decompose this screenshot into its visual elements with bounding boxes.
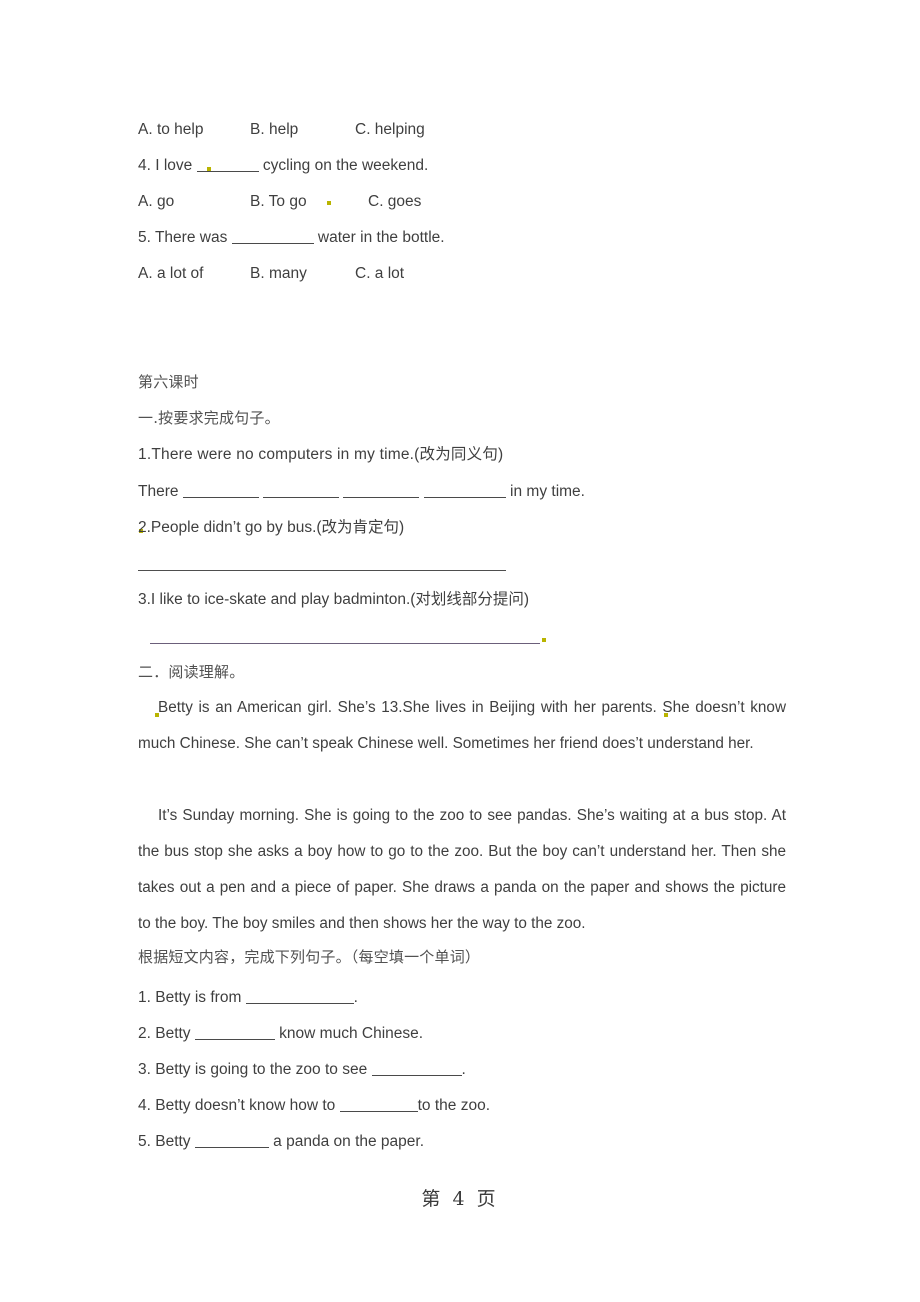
q5-stem-after: water in the bottle.	[313, 229, 445, 246]
sentence-item-1: 1.There were no computers in my time.(改为…	[138, 446, 503, 464]
item-1-blank-4	[423, 485, 506, 498]
item-1-answer-before: There	[138, 483, 183, 500]
edit-artifact-mark	[664, 713, 668, 717]
edit-artifact-mark	[207, 167, 211, 171]
q5-stem-before: 5. There was	[138, 229, 232, 246]
q4-stem-after: cycling on the weekend.	[258, 157, 429, 174]
sentence-item-1-answer: There in my time.	[138, 483, 585, 501]
answer-rule-item-2	[138, 570, 506, 571]
rq4-after: to the zoo.	[417, 1097, 491, 1114]
rq3-before: 3. Betty is going to the zoo to see	[138, 1061, 372, 1078]
q4-stem-before: 4. I love	[138, 157, 197, 174]
rq3-after: .	[461, 1061, 466, 1078]
rq4-blank	[339, 1099, 418, 1112]
part-one-heading: 一.按要求完成句子。	[138, 409, 280, 427]
q5-option-c: C. a lot	[355, 265, 405, 282]
reading-passage-2: It’s Sunday morning. She is going to the…	[138, 798, 786, 942]
question-5-stem: 5. There was water in the bottle.	[138, 229, 445, 247]
rq2-blank	[194, 1027, 275, 1040]
reading-heading: 二．阅读理解。	[138, 663, 245, 681]
edit-artifact-mark	[155, 713, 159, 717]
passage-paragraph-1: Betty is an American girl. She’s 13.She …	[138, 699, 786, 752]
rq5-after: a panda on the paper.	[268, 1133, 425, 1150]
q4-option-c: C. goes	[368, 193, 422, 210]
q5-blank	[231, 231, 314, 244]
edit-artifact-mark	[542, 638, 546, 642]
reading-question-2: 2. Betty know much Chinese.	[138, 1025, 423, 1043]
page-footer: 第 4 页	[421, 1188, 499, 1210]
worksheet-page: A. to help B. help C. helping 4. I love …	[0, 0, 920, 1302]
rq1-blank	[245, 991, 354, 1004]
q3-option-a: A. to help	[138, 121, 204, 138]
rq3-blank	[371, 1063, 462, 1076]
reading-question-5: 5. Betty a panda on the paper.	[138, 1133, 424, 1151]
q4-option-a: A. go	[138, 193, 175, 210]
question-4-stem: 4. I love cycling on the weekend.	[138, 157, 428, 175]
q3-option-b: B. help	[250, 121, 299, 138]
item-1-answer-after: in my time.	[505, 483, 585, 500]
q4-blank	[196, 159, 259, 172]
edit-artifact-mark	[327, 201, 331, 205]
q3-option-c: C. helping	[355, 121, 425, 138]
item-1-blank-3	[343, 485, 420, 498]
item-1-blank-2	[263, 485, 340, 498]
rq2-before: 2. Betty	[138, 1025, 195, 1042]
rq1-after: .	[353, 989, 358, 1006]
sentence-item-3: 3.I like to ice-skate and play badminton…	[138, 591, 530, 608]
item-1-blank-1	[182, 485, 259, 498]
answer-rule-item-3	[150, 643, 540, 644]
rq5-before: 5. Betty	[138, 1133, 195, 1150]
reading-passage: Betty is an American girl. She’s 13.She …	[138, 690, 786, 762]
passage-paragraph-2: It’s Sunday morning. She is going to the…	[138, 807, 786, 932]
q4-option-b: B. To go	[250, 193, 307, 210]
reading-question-3: 3. Betty is going to the zoo to see .	[138, 1061, 466, 1079]
q5-option-a: A. a lot of	[138, 265, 204, 282]
item-1-text: 1.There were no computers in my time.(改为…	[138, 446, 504, 463]
sentence-item-2: 2.People didn’t go by bus.(改为肯定句)	[138, 519, 405, 536]
reading-question-4: 4. Betty doesn’t know how to to the zoo.	[138, 1097, 490, 1115]
rq1-before: 1. Betty is from	[138, 989, 246, 1006]
rq5-blank	[194, 1135, 269, 1148]
lesson-six-heading: 第六课时	[138, 373, 199, 391]
rq2-after: know much Chinese.	[274, 1025, 424, 1042]
reading-instruction: 根据短文内容，完成下列句子。（每空填一个单词）	[138, 948, 481, 966]
reading-question-1: 1. Betty is from .	[138, 989, 358, 1007]
rq4-before: 4. Betty doesn’t know how to	[138, 1097, 340, 1114]
q5-option-b: B. many	[250, 265, 307, 282]
